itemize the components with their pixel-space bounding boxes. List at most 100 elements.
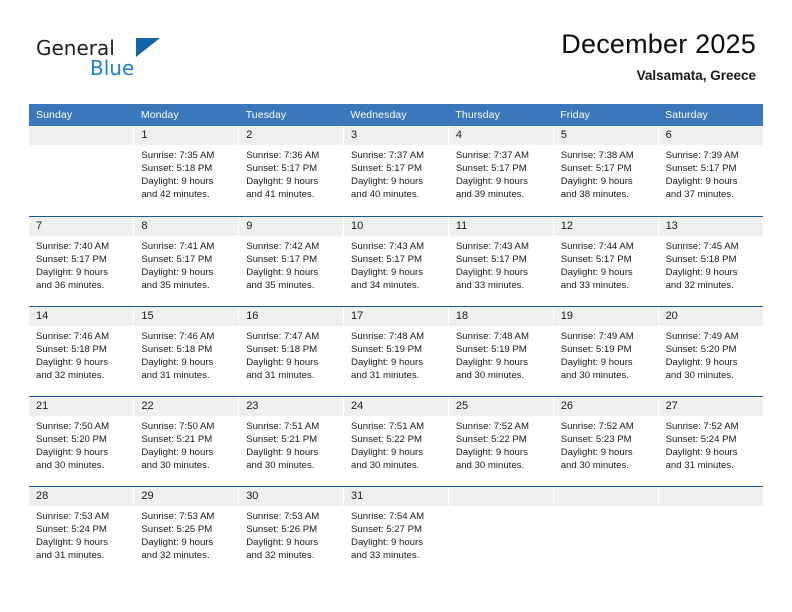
brand-logo[interactable]: General Blue <box>36 36 246 88</box>
sunrise-line: Sunrise: 7:44 AM <box>560 240 634 252</box>
page-title: December 2025 <box>561 29 756 59</box>
day-number <box>658 486 763 506</box>
calendar-day-cell[interactable]: 2 Sunrise: 7:36 AM Sunset: 5:17 PM Daylight… <box>238 126 345 217</box>
calendar-day-cell-empty <box>448 486 554 576</box>
sunrise-line: Sunrise: 7:46 AM <box>36 330 110 342</box>
day-number <box>29 126 134 145</box>
day-number <box>553 486 658 506</box>
calendar-day-cell[interactable]: 1 Sunrise: 7:35 AM Sunset: 5:18 PM Daylight… <box>133 126 240 217</box>
calendar-day-cell[interactable]: 16 Sunrise: 7:47 AM Sunset: 5:18 PM Dayligh… <box>238 306 345 397</box>
day-cell-inner <box>29 126 134 216</box>
daylight-line-2: and 30 minutes. <box>351 459 420 471</box>
calendar-day-cell[interactable]: 12 Sunrise: 7:44 AM Sunset: 5:17 PM Dayligh… <box>553 216 659 307</box>
calendar-day-cell[interactable]: 14 Sunrise: 7:46 AM Sunset: 5:18 PM Dayligh… <box>29 306 135 397</box>
day-number: 15 <box>134 306 239 326</box>
day-number: 8 <box>134 216 239 236</box>
calendar-day-cell[interactable]: 13 Sunrise: 7:45 AM Sunset: 5:18 PM Dayligh… <box>658 216 763 307</box>
daylight-line-2: and 42 minutes. <box>141 189 210 201</box>
calendar-day-cell[interactable]: 9 Sunrise: 7:42 AM Sunset: 5:17 PM Daylight… <box>238 216 345 307</box>
sunset-line: Sunset: 5:17 PM <box>665 163 737 175</box>
daylight-line-1: Daylight: 9 hours <box>246 536 319 548</box>
calendar-day-cell[interactable]: 17 Sunrise: 7:48 AM Sunset: 5:19 PM Dayligh… <box>343 306 449 397</box>
calendar-day-cell[interactable]: 28 Sunrise: 7:53 AM Sunset: 5:24 PM Dayligh… <box>29 486 135 577</box>
sunset-line: Sunset: 5:20 PM <box>665 343 737 355</box>
weekday-header-saturday: Saturday <box>658 104 763 126</box>
day-cell-inner: 27 Sunrise: 7:52 AM Sunset: 5:24 PM Dayligh… <box>658 396 763 486</box>
calendar-day-cell[interactable]: 18 Sunrise: 7:48 AM Sunset: 5:19 PM Dayligh… <box>448 306 554 397</box>
day-cell-inner: 28 Sunrise: 7:53 AM Sunset: 5:24 PM Dayligh… <box>29 486 134 577</box>
calendar-grid: Sunday Monday Tuesday Wednesday Thursday… <box>29 104 763 576</box>
day-number: 30 <box>239 486 344 506</box>
sunrise-line: Sunrise: 7:37 AM <box>455 150 529 161</box>
calendar-day-cell-empty <box>553 486 659 576</box>
brand-name-blue: Blue <box>90 56 135 80</box>
calendar-day-cell[interactable]: 5 Sunrise: 7:38 AM Sunset: 5:17 PM Daylight… <box>553 126 659 217</box>
day-details: Sunrise: 7:49 AM Sunset: 5:19 PM Daylight:… <box>554 326 658 382</box>
sunrise-line: Sunrise: 7:52 AM <box>560 420 634 432</box>
day-details: Sunrise: 7:51 AM Sunset: 5:22 PM Daylight:… <box>344 416 448 472</box>
sunset-line: Sunset: 5:17 PM <box>560 253 632 265</box>
calendar-day-cell[interactable]: 8 Sunrise: 7:41 AM Sunset: 5:17 PM Daylight… <box>133 216 240 307</box>
sunset-line: Sunset: 5:17 PM <box>246 163 318 175</box>
day-details: Sunrise: 7:50 AM Sunset: 5:21 PM Daylight:… <box>134 416 238 472</box>
calendar-day-cell[interactable]: 26 Sunrise: 7:52 AM Sunset: 5:23 PM Dayligh… <box>553 396 659 487</box>
calendar-day-cell[interactable]: 6 Sunrise: 7:39 AM Sunset: 5:17 PM Daylight… <box>658 126 763 217</box>
sunrise-line: Sunrise: 7:41 AM <box>141 240 215 252</box>
daylight-line-1: Daylight: 9 hours <box>665 356 738 368</box>
calendar-day-cell[interactable]: 20 Sunrise: 7:49 AM Sunset: 5:20 PM Dayligh… <box>658 306 763 397</box>
calendar-day-cell[interactable]: 10 Sunrise: 7:43 AM Sunset: 5:17 PM Dayligh… <box>343 216 449 307</box>
day-details: Sunrise: 7:35 AM Sunset: 5:18 PM Daylight:… <box>134 145 238 201</box>
sunrise-line: Sunrise: 7:49 AM <box>665 330 739 342</box>
sunrise-line: Sunrise: 7:53 AM <box>36 510 110 522</box>
day-details: Sunrise: 7:37 AM Sunset: 5:17 PM Daylight:… <box>344 145 448 201</box>
day-number: 31 <box>344 486 448 506</box>
calendar-day-cell[interactable]: 15 Sunrise: 7:46 AM Sunset: 5:18 PM Dayligh… <box>133 306 240 397</box>
sunrise-line: Sunrise: 7:49 AM <box>560 330 634 342</box>
calendar-day-cell[interactable]: 27 Sunrise: 7:52 AM Sunset: 5:24 PM Dayligh… <box>658 396 763 487</box>
daylight-line-1: Daylight: 9 hours <box>141 176 214 188</box>
page-subtitle-location: Valsamata, Greece <box>636 68 756 83</box>
sunset-line: Sunset: 5:19 PM <box>351 343 422 355</box>
calendar-day-cell[interactable]: 25 Sunrise: 7:52 AM Sunset: 5:22 PM Dayligh… <box>448 396 554 487</box>
day-number: 20 <box>658 306 763 326</box>
sunrise-line: Sunrise: 7:52 AM <box>455 420 529 432</box>
sunrise-line: Sunrise: 7:42 AM <box>246 240 320 252</box>
calendar-day-cell[interactable]: 29 Sunrise: 7:53 AM Sunset: 5:25 PM Dayligh… <box>133 486 240 576</box>
day-details: Sunrise: 7:46 AM Sunset: 5:18 PM Daylight:… <box>29 326 133 382</box>
calendar-day-cell[interactable]: 3 Sunrise: 7:37 AM Sunset: 5:17 PM Daylight… <box>343 126 449 217</box>
calendar-week-row: 14 Sunrise: 7:46 AM Sunset: 5:18 PM Dayligh… <box>29 306 763 397</box>
calendar-day-cell[interactable]: 31 Sunrise: 7:54 AM Sunset: 5:27 PM Dayligh… <box>343 486 449 576</box>
daylight-line-1: Daylight: 9 hours <box>665 446 738 458</box>
daylight-line-2: and 35 minutes. <box>246 279 315 291</box>
calendar-day-cell-empty <box>658 486 763 576</box>
sunrise-line: Sunrise: 7:48 AM <box>455 330 529 342</box>
daylight-line-2: and 30 minutes. <box>665 369 734 381</box>
calendar-day-cell[interactable]: 30 Sunrise: 7:53 AM Sunset: 5:26 PM Dayligh… <box>238 486 345 576</box>
calendar-day-cell[interactable]: 24 Sunrise: 7:51 AM Sunset: 5:22 PM Dayligh… <box>343 396 449 487</box>
day-cell-inner: 25 Sunrise: 7:52 AM Sunset: 5:22 PM Dayligh… <box>448 396 553 486</box>
calendar-week-row: 1 Sunrise: 7:35 AM Sunset: 5:18 PM Daylight… <box>29 126 763 217</box>
sunset-line: Sunset: 5:24 PM <box>36 523 107 535</box>
weekday-header-thursday: Thursday <box>448 104 554 126</box>
calendar-day-cell[interactable]: 21 Sunrise: 7:50 AM Sunset: 5:20 PM Dayligh… <box>29 396 135 487</box>
weekday-header-row: Sunday Monday Tuesday Wednesday Thursday… <box>29 104 763 126</box>
day-details: Sunrise: 7:49 AM Sunset: 5:20 PM Daylight:… <box>659 326 763 382</box>
daylight-line-1: Daylight: 9 hours <box>246 356 319 368</box>
daylight-line-1: Daylight: 9 hours <box>351 176 424 188</box>
sunset-line: Sunset: 5:17 PM <box>351 253 422 265</box>
daylight-line-1: Daylight: 9 hours <box>455 176 528 188</box>
daylight-line-2: and 32 minutes. <box>246 549 315 561</box>
day-number: 3 <box>344 126 448 145</box>
daylight-line-1: Daylight: 9 hours <box>351 266 424 278</box>
calendar-day-cell[interactable]: 19 Sunrise: 7:49 AM Sunset: 5:19 PM Dayligh… <box>553 306 659 397</box>
calendar-day-cell[interactable]: 4 Sunrise: 7:37 AM Sunset: 5:17 PM Daylight… <box>448 126 554 217</box>
calendar-day-cell[interactable]: 11 Sunrise: 7:43 AM Sunset: 5:17 PM Dayligh… <box>448 216 554 307</box>
daylight-line-2: and 38 minutes. <box>560 189 629 201</box>
calendar-day-cell[interactable]: 22 Sunrise: 7:50 AM Sunset: 5:21 PM Dayligh… <box>133 396 240 487</box>
calendar-day-cell[interactable]: 7 Sunrise: 7:40 AM Sunset: 5:17 PM Daylight… <box>29 216 135 307</box>
sunset-line: Sunset: 5:21 PM <box>246 433 318 445</box>
calendar-week-row: 21 Sunrise: 7:50 AM Sunset: 5:20 PM Dayligh… <box>29 396 763 487</box>
daylight-line-2: and 33 minutes. <box>455 279 525 291</box>
calendar-day-cell[interactable]: 23 Sunrise: 7:51 AM Sunset: 5:21 PM Dayligh… <box>238 396 345 487</box>
day-cell-inner: 12 Sunrise: 7:44 AM Sunset: 5:17 PM Dayligh… <box>553 216 658 306</box>
